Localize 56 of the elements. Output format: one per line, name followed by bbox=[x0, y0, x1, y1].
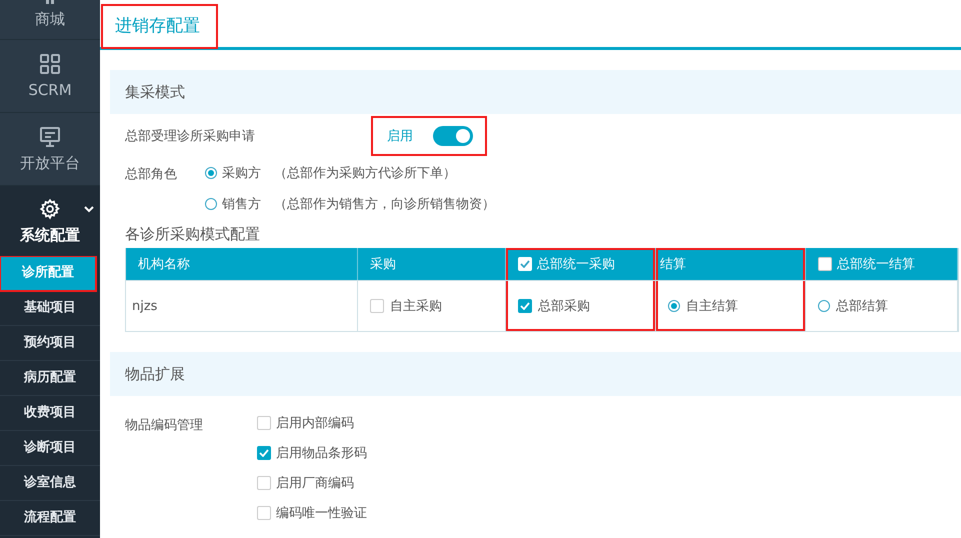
nav-item[interactable]: SCRM bbox=[0, 40, 100, 113]
section-header: 物品扩展 bbox=[110, 352, 961, 396]
sub-nav-item[interactable]: 诊室信息 bbox=[0, 466, 100, 501]
cell-text: njzs bbox=[132, 298, 158, 314]
radio-label: 自主结算 bbox=[686, 298, 738, 315]
settings-icon bbox=[39, 198, 61, 220]
header-label: 结算 bbox=[660, 256, 686, 273]
nav-item[interactable]: 开放平台 bbox=[0, 113, 100, 186]
checkbox[interactable] bbox=[370, 299, 384, 313]
toggle-switch[interactable] bbox=[433, 126, 473, 146]
grid-icon bbox=[39, 53, 61, 75]
checkbox[interactable] bbox=[518, 299, 532, 313]
header-label: 总部统一结算 bbox=[837, 256, 915, 273]
chevron-down-icon bbox=[84, 206, 94, 213]
checkbox-label: 启用厂商编码 bbox=[276, 475, 354, 492]
checkbox[interactable] bbox=[257, 506, 271, 520]
sub-nav-item[interactable]: 流程配置 bbox=[0, 501, 100, 536]
checkbox[interactable] bbox=[257, 446, 271, 460]
checkbox[interactable] bbox=[257, 476, 271, 490]
setting-label: 物品编码管理 bbox=[125, 417, 204, 434]
nav-label: SCRM bbox=[28, 81, 72, 99]
checkbox-label: 编码唯一性验证 bbox=[276, 505, 367, 522]
nav-label: 商城 bbox=[35, 10, 65, 29]
header-label: 机构名称 bbox=[138, 256, 190, 273]
radio-button[interactable] bbox=[205, 167, 217, 179]
monitor-icon bbox=[39, 126, 61, 148]
radio-button[interactable] bbox=[668, 300, 680, 312]
section-header: 集采模式 bbox=[110, 70, 961, 114]
checkbox[interactable] bbox=[257, 416, 271, 430]
sub-nav-item[interactable]: 收费项目 bbox=[0, 396, 100, 431]
checkbox-label: 启用物品条形码 bbox=[276, 445, 367, 462]
option-label: 销售方 bbox=[222, 196, 261, 213]
sub-nav-item[interactable]: 预约项目 bbox=[0, 326, 100, 361]
setting-label: 总部受理诊所采购申请 bbox=[125, 128, 256, 145]
toggle-label: 启用 bbox=[387, 128, 413, 145]
header-label: 总部统一采购 bbox=[537, 256, 615, 273]
setting-label: 总部角色 bbox=[125, 166, 178, 183]
checkbox-label: 总部采购 bbox=[538, 298, 590, 315]
page-title: 进销存配置 bbox=[103, 6, 216, 47]
option-label: 采购方 bbox=[222, 165, 261, 182]
radio-button[interactable] bbox=[818, 300, 830, 312]
header-checkbox[interactable] bbox=[818, 257, 832, 271]
nav-label: 开放平台 bbox=[20, 154, 80, 172]
nav-item[interactable]: 商城 bbox=[0, 0, 100, 40]
option-note: （总部作为采购方代诊所下单） bbox=[274, 165, 456, 182]
nav-label: 系统配置 bbox=[20, 226, 80, 244]
sub-nav-item[interactable]: 基础项目 bbox=[0, 291, 100, 326]
checkbox-label: 启用内部编码 bbox=[276, 415, 354, 432]
table-title: 各诊所采购模式配置 bbox=[125, 225, 261, 244]
sub-nav-item[interactable]: 诊断项目 bbox=[0, 431, 100, 466]
checkbox-label: 自主采购 bbox=[390, 298, 442, 315]
option-note: （总部作为销售方，向诊所销售物资） bbox=[274, 196, 495, 213]
header-label: 采购 bbox=[370, 256, 396, 273]
radio-button[interactable] bbox=[205, 198, 217, 210]
radio-label: 总部结算 bbox=[836, 298, 888, 315]
sub-nav-item[interactable]: 病历配置 bbox=[0, 361, 100, 396]
